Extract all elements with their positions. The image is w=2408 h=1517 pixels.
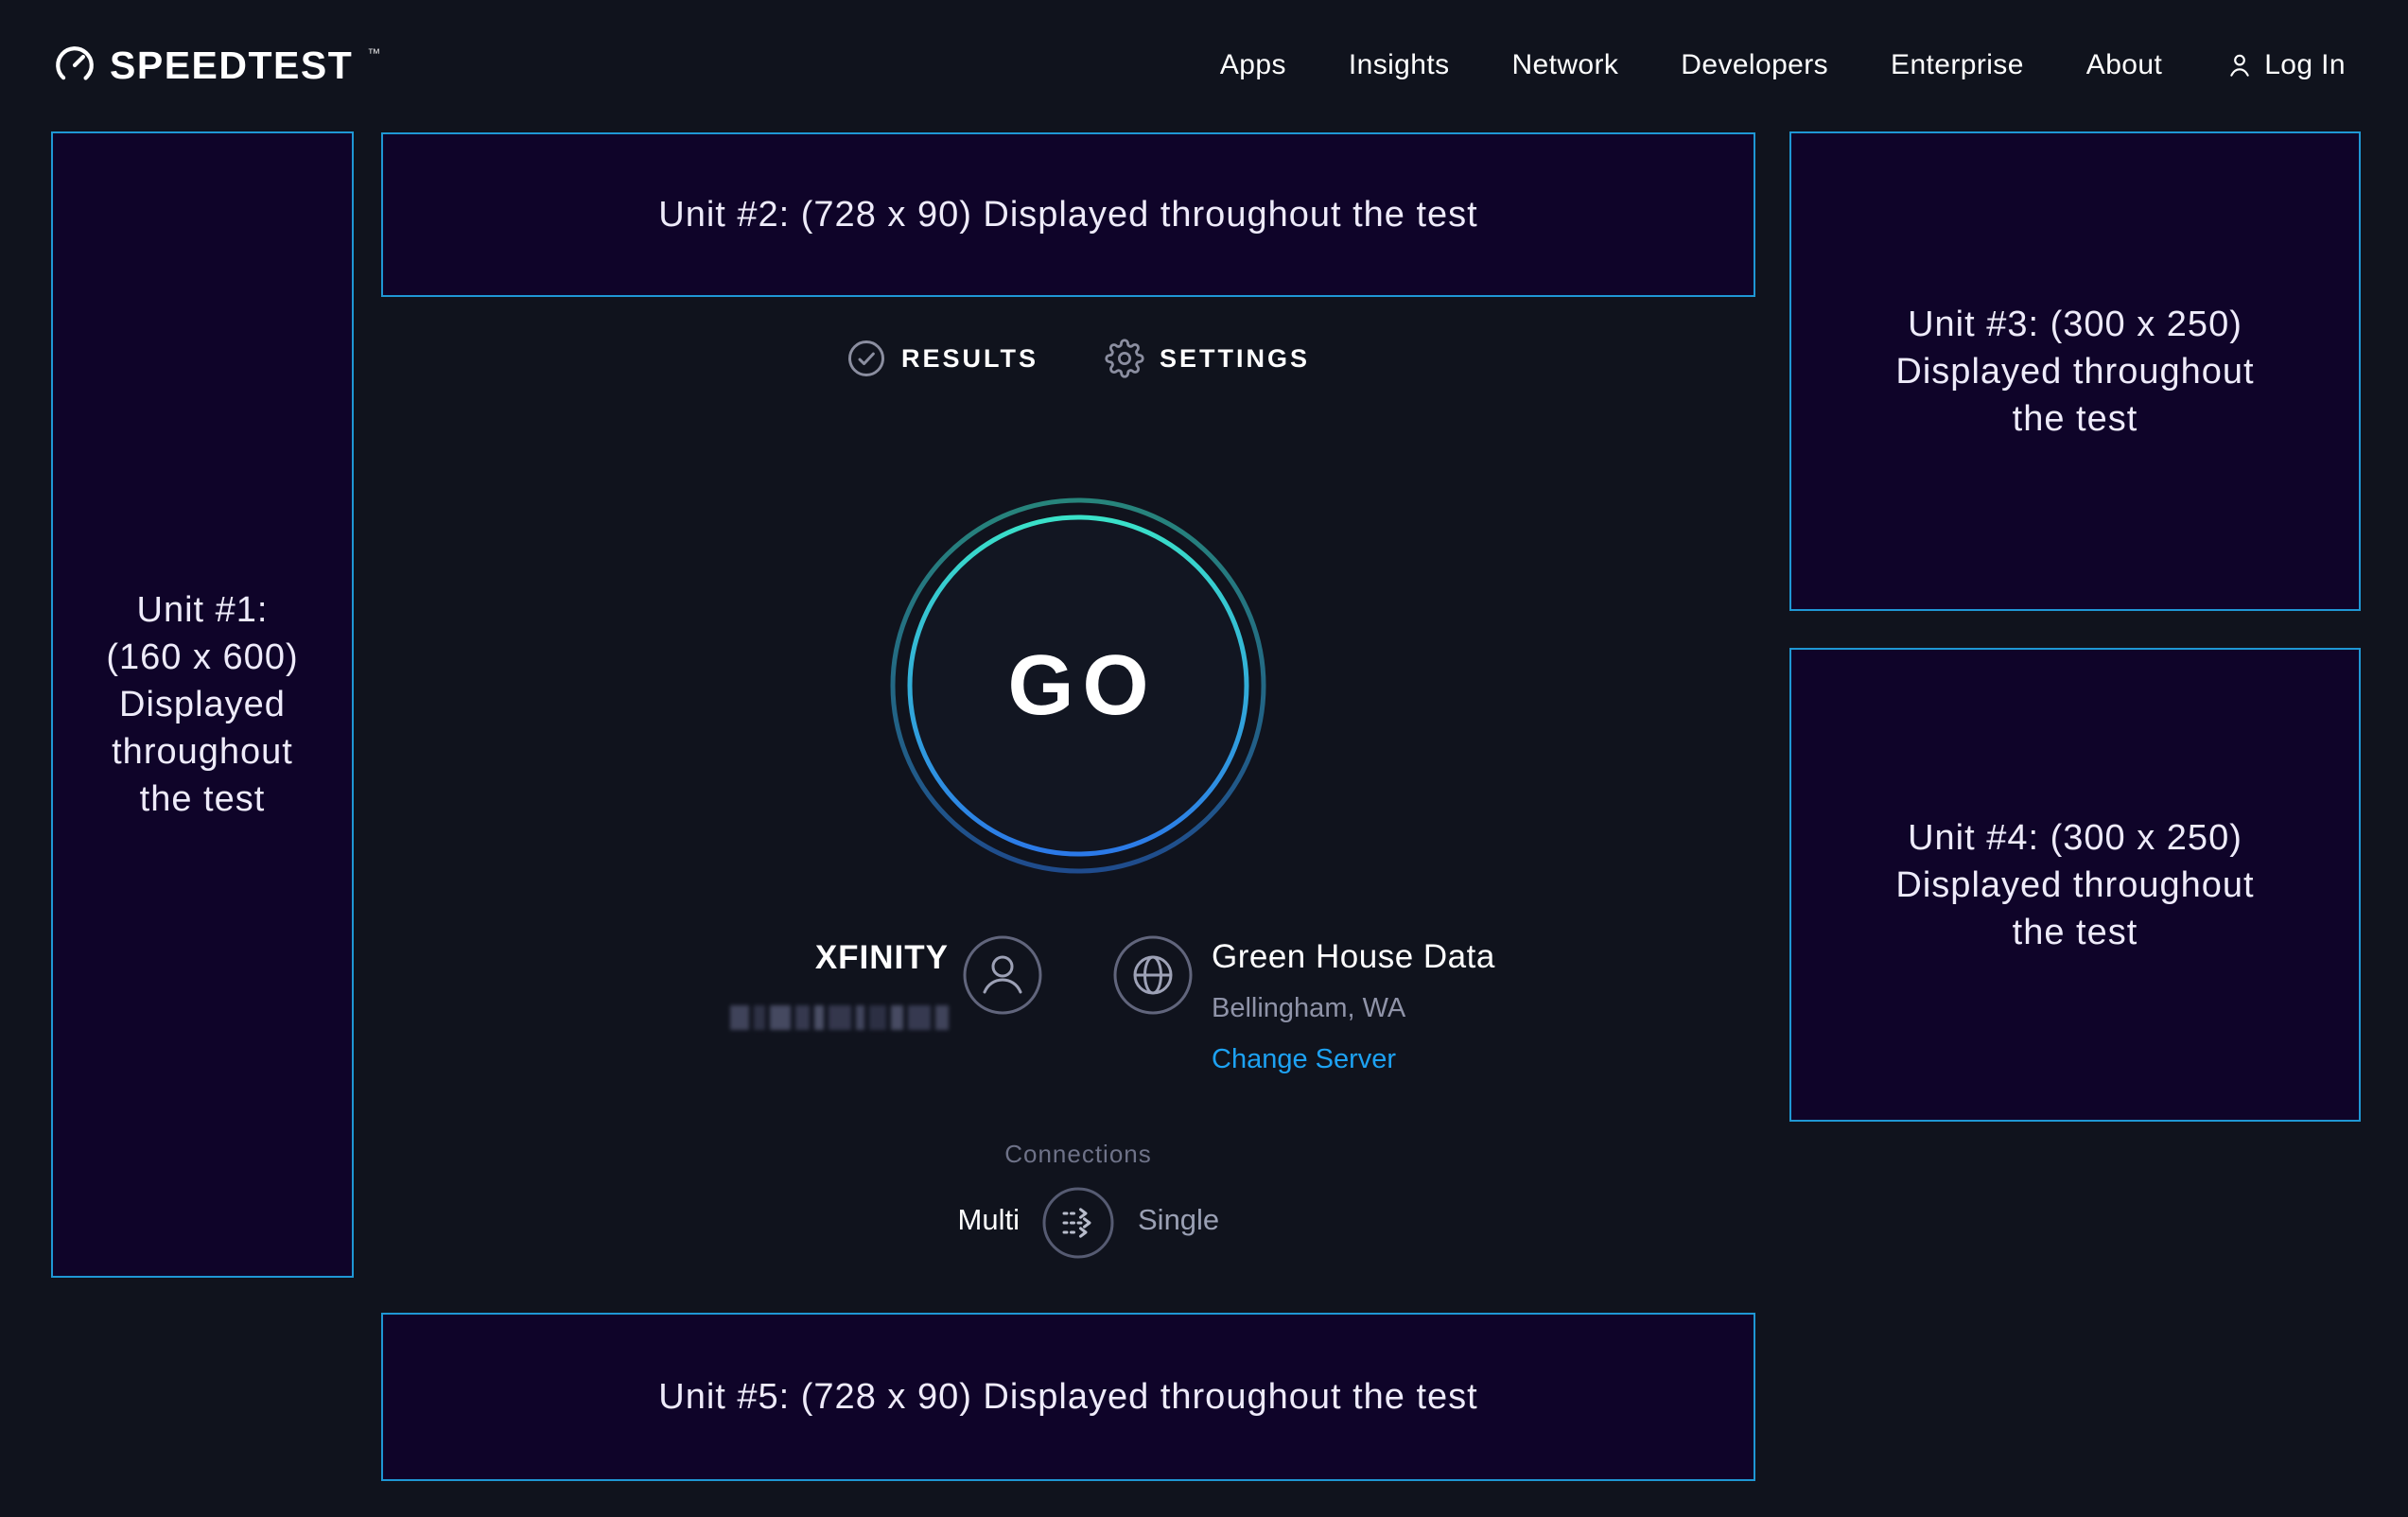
- tab-settings-label: SETTINGS: [1160, 344, 1310, 374]
- top-nav-bar: SPEEDTEST ™ Apps Insights Network Develo…: [0, 0, 2408, 131]
- ad-unit-1-160x600: Unit #1: (160 x 600) Displayed throughou…: [51, 131, 354, 1278]
- nav-item-apps[interactable]: Apps: [1220, 49, 1286, 81]
- ad-line: the test: [1895, 395, 2254, 443]
- server-info: Green House Data Bellingham, WA Change S…: [1212, 938, 1495, 1075]
- server-location: Bellingham, WA: [1212, 993, 1495, 1024]
- speedtest-gauge-icon: [53, 44, 96, 87]
- ad-line: Displayed: [106, 681, 298, 728]
- ad-unit-5-text: Unit #5: (728 x 90) Displayed throughout…: [658, 1373, 1477, 1421]
- connections-toggle-icon[interactable]: [1041, 1186, 1115, 1260]
- check-circle-icon: [846, 339, 886, 378]
- ad-line: Unit #1:: [106, 586, 298, 634]
- main-nav: Apps Insights Network Developers Enterpr…: [1220, 49, 2346, 81]
- connections-label: Connections: [0, 1140, 2156, 1169]
- isp-person-icon: [962, 934, 1043, 1016]
- tab-settings[interactable]: SETTINGS: [1105, 339, 1310, 378]
- ad-unit-5-728x90: Unit #5: (728 x 90) Displayed throughout…: [381, 1313, 1755, 1481]
- go-label: GO: [880, 487, 1277, 884]
- trademark-mark: ™: [367, 44, 380, 62]
- server-globe-icon: [1112, 934, 1194, 1016]
- ad-unit-2-text: Unit #2: (728 x 90) Displayed throughout…: [658, 191, 1477, 238]
- ad-line: Displayed throughout: [1895, 862, 2254, 909]
- tab-results-label: RESULTS: [901, 344, 1038, 374]
- go-button[interactable]: GO: [880, 487, 1277, 884]
- results-settings-tabs: RESULTS SETTINGS: [0, 339, 2156, 378]
- person-icon: [2225, 50, 2255, 80]
- isp-ip-redacted: [730, 1005, 949, 1030]
- ad-line: (160 x 600): [106, 634, 298, 681]
- ad-line: throughout: [106, 728, 298, 776]
- gear-icon: [1105, 339, 1144, 378]
- ad-line: the test: [106, 776, 298, 823]
- connections-multi-option[interactable]: Multi: [958, 1203, 1020, 1237]
- speedtest-page: SPEEDTEST ™ Apps Insights Network Develo…: [0, 0, 2408, 1517]
- nav-item-about[interactable]: About: [2086, 49, 2162, 81]
- nav-item-developers[interactable]: Developers: [1681, 49, 1828, 81]
- ad-unit-4-text: Unit #4: (300 x 250) Displayed throughou…: [1895, 814, 2254, 956]
- ad-line: Unit #4: (300 x 250): [1895, 814, 2254, 862]
- change-server-link[interactable]: Change Server: [1212, 1044, 1495, 1075]
- login-button[interactable]: Log In: [2225, 49, 2346, 81]
- login-label: Log In: [2264, 49, 2346, 81]
- ad-unit-4-300x250: Unit #4: (300 x 250) Displayed throughou…: [1789, 648, 2361, 1122]
- ad-line: the test: [1895, 909, 2254, 956]
- tab-results[interactable]: RESULTS: [846, 339, 1038, 378]
- nav-item-network[interactable]: Network: [1511, 49, 1618, 81]
- speedtest-logo[interactable]: SPEEDTEST ™: [53, 44, 380, 87]
- isp-name: XFINITY: [815, 939, 949, 977]
- server-name: Green House Data: [1212, 938, 1495, 976]
- nav-item-insights[interactable]: Insights: [1349, 49, 1450, 81]
- ad-unit-1-text: Unit #1: (160 x 600) Displayed throughou…: [106, 586, 298, 823]
- nav-item-enterprise[interactable]: Enterprise: [1891, 49, 2024, 81]
- ad-unit-2-728x90: Unit #2: (728 x 90) Displayed throughout…: [381, 132, 1755, 297]
- connections-single-option[interactable]: Single: [1138, 1203, 1219, 1237]
- logo-text: SPEEDTEST: [110, 44, 353, 87]
